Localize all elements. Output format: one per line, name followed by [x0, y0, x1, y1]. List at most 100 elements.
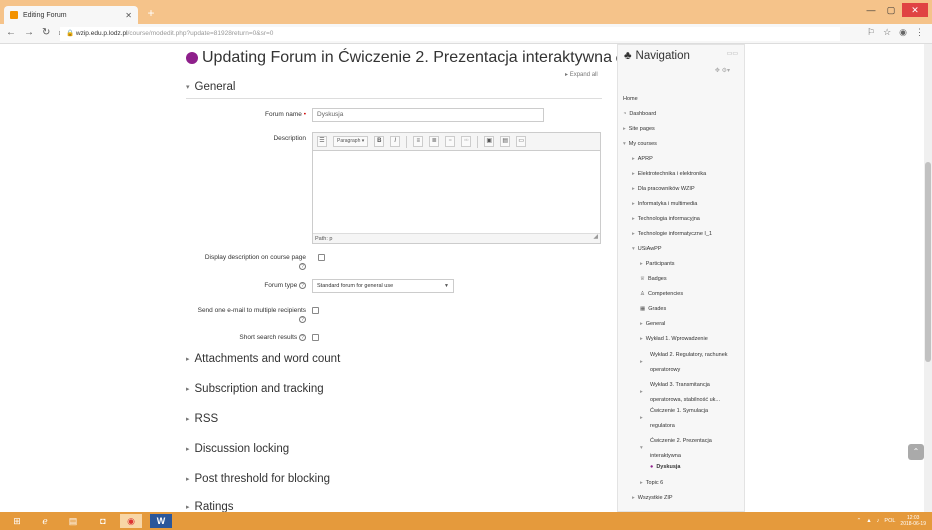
back-icon[interactable]: ←	[6, 27, 16, 38]
dashboard-icon: ◔	[623, 111, 627, 117]
editor-body[interactable]	[313, 151, 600, 233]
section-discussion-locking[interactable]: ▸ Discussion locking	[186, 443, 289, 455]
nav-course[interactable]: ▸ Informatyka i multimedia	[632, 200, 697, 208]
maximize-icon[interactable]: ▢	[882, 3, 900, 17]
tab-close-icon[interactable]: ✕	[125, 11, 132, 20]
caret-right-icon: ▸	[640, 359, 643, 365]
paragraph-select[interactable]: Paragraph ▾	[333, 136, 369, 147]
nav-dyskusja-current[interactable]: ● Dyskusja	[650, 463, 680, 471]
help-icon[interactable]: ?	[299, 282, 306, 289]
forum-type-select[interactable]: Standard forum for general use ▼	[312, 279, 454, 293]
expand-all-link[interactable]: ▸ Expand all	[565, 71, 598, 78]
nav-wszystkie[interactable]: ▸ Wszystkie ZIP	[632, 494, 673, 502]
nav-course-label: Technologie informatyczne I_1	[637, 231, 713, 237]
volume-icon[interactable]: ♪	[877, 518, 880, 524]
store-app-icon[interactable]: ◘	[92, 514, 114, 528]
os-taskbar: ⊞ ℯ ▤ ◘ ◉ W ⌃ ▲ ♪ POL 12:03 2018-06-19	[0, 512, 932, 530]
nav-general[interactable]: ▸ General	[640, 320, 665, 328]
required-icon: •	[303, 111, 306, 118]
help-icon[interactable]: ?	[299, 334, 306, 341]
link-icon[interactable]: ⚭	[445, 136, 456, 147]
nav-cw2-cont[interactable]: interaktywna	[650, 452, 681, 460]
reload-icon[interactable]: ↻	[42, 27, 50, 38]
nav-site-pages[interactable]: ▸ Site pages	[623, 125, 655, 133]
forward-icon[interactable]: →	[24, 27, 34, 38]
unlink-icon[interactable]: ⚮	[461, 136, 472, 147]
browser-tab[interactable]: Editing Forum ✕	[4, 6, 138, 24]
caret-right-icon: ▸	[632, 231, 635, 237]
scrollbar-thumb[interactable]	[925, 162, 931, 362]
help-icon[interactable]: ?	[299, 263, 306, 270]
section-ratings[interactable]: ▸ Ratings	[186, 501, 234, 512]
bold-button[interactable]: B	[374, 136, 385, 147]
display-description-help[interactable]: ?	[296, 263, 306, 270]
tray-arrow-icon[interactable]: ⌃	[857, 518, 862, 524]
caret-right-icon: ▸	[640, 336, 643, 342]
menu-icon[interactable]: ⋮	[915, 27, 924, 38]
caret-down-icon: ▾	[623, 141, 626, 147]
nav-my-courses[interactable]: ▾ My courses	[623, 140, 657, 148]
nav-home[interactable]: Home	[623, 95, 638, 103]
italic-button[interactable]: I	[390, 136, 401, 147]
nav-course[interactable]: ▸ Technologia informacyjna	[632, 215, 700, 223]
nav-course[interactable]: ▸ Dla pracowników WZIP	[632, 185, 695, 193]
nav-wyklad3[interactable]: Wykład 3. Transmitancja	[640, 381, 710, 389]
nav-dashboard[interactable]: ◔ Dashboard	[623, 110, 656, 118]
star-icon[interactable]: ☆	[883, 27, 891, 38]
description-editor[interactable]: ☰ Paragraph ▾ B I ≡ ≣ ⚭ ⚮ ▣ ▤ ▭ Path: p …	[312, 132, 601, 244]
translate-icon[interactable]: ⚐	[867, 27, 875, 38]
nav-wyklad1[interactable]: ▸ Wykład 1. Wprowadzenie	[640, 335, 708, 343]
block-actions-icon[interactable]: ✥ ⚙▾	[715, 67, 730, 74]
minimize-icon[interactable]: —	[862, 3, 880, 17]
toolbar-separator	[406, 135, 408, 148]
section-subscription[interactable]: ▸ Subscription and tracking	[186, 383, 324, 395]
nav-cw1[interactable]: Ćwiczenie 1. Symulacja	[640, 407, 708, 415]
description-label: Description	[273, 135, 306, 142]
dock-block-icon[interactable]: ▭▭	[727, 50, 738, 57]
send-email-checkbox[interactable]	[312, 307, 319, 314]
toolbar-toggle-icon[interactable]: ☰	[317, 136, 327, 147]
nav-course[interactable]: ▸ APRP	[632, 155, 653, 163]
ie-browser-icon[interactable]: ℯ	[34, 514, 56, 528]
ordered-list-icon[interactable]: ≣	[429, 136, 440, 147]
image-icon[interactable]: ▣	[484, 136, 495, 147]
new-tab-icon[interactable]: +	[144, 6, 158, 20]
nav-course[interactable]: ▸ Technologie informatyczne I_1	[632, 230, 712, 238]
nav-topic6[interactable]: ▸ Topic 6	[640, 479, 663, 487]
section-attachments[interactable]: ▸ Attachments and word count	[186, 353, 340, 365]
section-post-threshold[interactable]: ▸ Post threshold for blocking	[186, 473, 330, 485]
nav-wyklad3-cont[interactable]: operatorowa, stabilność uk...	[650, 396, 720, 404]
nav-competencies[interactable]: ♙ Competencies	[640, 290, 683, 298]
help-icon[interactable]: ?	[299, 316, 306, 323]
nav-participants[interactable]: ▸ Participants	[640, 260, 675, 268]
word-app-icon[interactable]: W	[150, 514, 172, 528]
chrome-browser-icon[interactable]: ◉	[120, 514, 142, 528]
file-icon[interactable]: ▭	[516, 136, 527, 147]
display-description-checkbox[interactable]	[318, 254, 325, 261]
windows-start-icon[interactable]: ⊞	[6, 514, 28, 528]
resize-handle-icon[interactable]: ◢	[593, 232, 598, 242]
language-indicator[interactable]: POL	[884, 518, 895, 524]
back-to-top-icon[interactable]: ⌃	[908, 444, 924, 460]
send-email-help[interactable]: ?	[296, 316, 306, 323]
nav-cw1-cont[interactable]: regulatora	[650, 422, 675, 430]
nav-cw2[interactable]: Ćwiczenie 2. Prezentacja	[640, 437, 712, 445]
short-search-checkbox[interactable]	[312, 334, 319, 341]
account-icon[interactable]: ◉	[899, 27, 907, 38]
media-icon[interactable]: ▤	[500, 136, 511, 147]
address-bar[interactable]: 🔒 wzip.edu.p.lodz.pl/course/modedit.php?…	[60, 27, 840, 41]
unordered-list-icon[interactable]: ≡	[413, 136, 424, 147]
section-general[interactable]: ▾ General	[186, 81, 235, 93]
nav-wyklad2[interactable]: Wykład 2. Regulatory, rachunek	[640, 351, 728, 359]
nav-wyklad2-cont[interactable]: operatorowy	[650, 366, 680, 374]
close-window-icon[interactable]: ✕	[902, 3, 928, 17]
nav-course-current[interactable]: ▾ USiAwPP	[632, 245, 662, 253]
forum-name-input[interactable]: Dyskusja	[312, 108, 544, 122]
file-explorer-icon[interactable]: ▤	[62, 514, 84, 528]
network-icon[interactable]: ▲	[866, 518, 871, 524]
nav-badges[interactable]: ♕ Badges	[640, 275, 667, 283]
nav-grades[interactable]: ▦ Grades	[640, 305, 666, 313]
nav-course[interactable]: ▸ Elektrotechnika i elektronika	[632, 170, 706, 178]
section-rss[interactable]: ▸ RSS	[186, 413, 218, 425]
clock[interactable]: 12:03 2018-06-19	[900, 515, 926, 527]
